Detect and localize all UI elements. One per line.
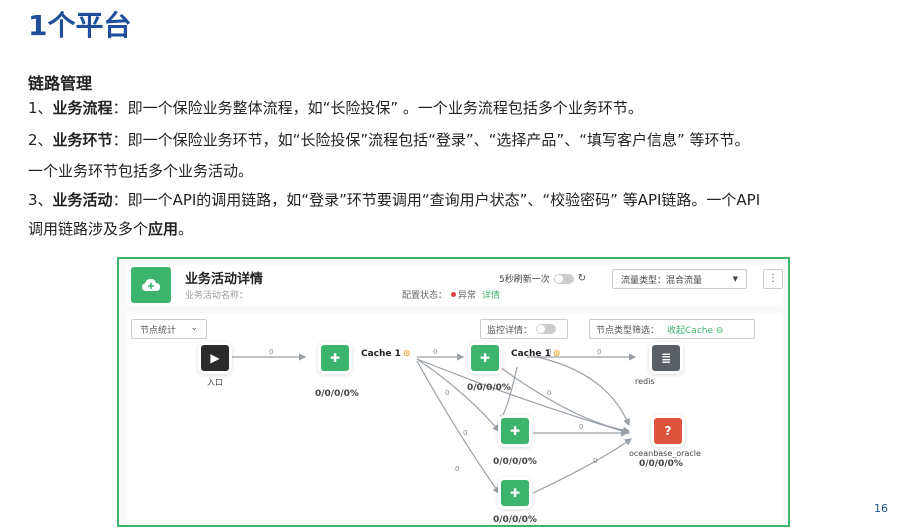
refresh-label: 5秒刷新一次 [499, 275, 550, 285]
config-detail-link[interactable]: 详情 [482, 291, 500, 301]
config-label: 配置状态： [402, 291, 448, 301]
refresh-toggle[interactable] [553, 273, 574, 284]
page-number: 16 [874, 502, 888, 515]
paragraph-2: 2、业务环节：即一个保险业务环节，如“长险投保”流程包括“登录”、“选择产品”、… [28, 125, 888, 155]
oracle-node-value: 0/0/0/0% [639, 459, 683, 469]
entry-node[interactable]: ▶ [201, 345, 229, 371]
p3-line2-text: 调用链路涉及多个 [28, 220, 149, 238]
caret-down-icon: ▼ [732, 275, 738, 283]
app-icon: ✚ [509, 486, 521, 500]
edge-label: 0 [597, 348, 601, 356]
p1-prefix: 1、 [28, 99, 53, 117]
traffic-type-select[interactable]: 流量类型：混合流量 ▼ [612, 269, 747, 289]
edge-label: 0 [463, 429, 467, 437]
activity-detail-screenshot: 业务活动详情 业务活动名称： 配置状态： 异常 详情 5秒刷新一次 ↻ 流量类型：混… [117, 257, 790, 527]
play-icon: ▶ [210, 351, 220, 365]
paragraph-3-line-2: 调用链路涉及多个应用。 [28, 214, 888, 244]
app-node-2-value: 0/0/0/0% [467, 383, 511, 393]
edge-label: 0 [455, 465, 459, 473]
cache-label: Cache 1 [361, 349, 401, 359]
cloud-icon [131, 267, 171, 303]
p3-term: 业务活动 [52, 191, 113, 209]
app-node-1-value: 0/0/0/0% [315, 389, 359, 399]
paragraph-1: 1、业务流程：即一个保险业务整体流程，如“长险投保” 。一个业务流程包括多个业务… [28, 93, 888, 123]
edge-app1-app4 [416, 360, 500, 494]
p2-text: ：即一个保险业务环节，如“长险投保”流程包括“登录”、“选择产品”、“填写客户信… [112, 131, 750, 149]
app-icon: ✚ [509, 424, 521, 438]
app-node-4[interactable]: ✚ [501, 480, 529, 506]
entry-node-label: 入口 [207, 378, 223, 387]
p3-line2-term: 应用 [148, 220, 179, 238]
p1-text: ：即一个保险业务整体流程，如“长险投保” 。一个业务流程包括多个业务环节。 [112, 99, 643, 117]
p1-term: 业务流程 [52, 99, 113, 117]
activity-name-label: 业务活动名称： [185, 291, 249, 301]
config-status-value: 异常 [458, 291, 477, 301]
redis-node-label: redis [635, 377, 655, 386]
activity-title: 业务活动详情 [185, 272, 264, 287]
p3-text: ：即一个API的调用链路，如“登录”环节要调用“查询用户状态”、“校验密码” 等… [112, 191, 761, 209]
edge-label: 0 [579, 423, 583, 431]
stack-icon: ≣ [660, 351, 672, 365]
app-icon: ✚ [329, 351, 341, 365]
edge-label: 0 [269, 348, 273, 356]
cache-badge-2: Cache 1 ⊙ [511, 349, 560, 359]
activity-header: 业务活动详情 业务活动名称： 配置状态： 异常 详情 5秒刷新一次 ↻ 流量类型：混… [127, 265, 783, 305]
error-dot-icon [451, 292, 457, 297]
cache-label: Cache 1 [511, 349, 551, 359]
paragraph-3: 3、业务活动：即一个API的调用链路，如“登录”环节要调用“查询用户状态”、“校… [28, 185, 888, 215]
app-node-2[interactable]: ✚ [471, 345, 499, 371]
oracle-node[interactable]: ? [654, 418, 682, 444]
unknown-icon: ? [664, 424, 672, 438]
app-node-3-value: 0/0/0/0% [493, 457, 537, 467]
app-node-4-value: 0/0/0/0% [493, 515, 537, 525]
app-node-1[interactable]: ✚ [321, 345, 349, 371]
edge-label: 0 [547, 389, 551, 397]
edge-label: 0 [445, 389, 449, 397]
traffic-type-value: 流量类型：混合流量 [621, 276, 703, 286]
p2-term: 业务环节 [52, 131, 113, 149]
edge-app4-oracle [532, 438, 632, 494]
section-heading: 链路管理 [28, 74, 93, 93]
edge-label: 0 [433, 348, 437, 356]
cache-circle-icon: ⊙ [402, 349, 411, 359]
cache-circle-icon: ⊙ [552, 349, 561, 359]
cache-badge-1: Cache 1 ⊙ [361, 349, 410, 359]
auto-refresh: 5秒刷新一次 ↻ [499, 272, 586, 285]
config-status: 配置状态： 异常 详情 [402, 288, 500, 301]
edge-label: 0 [593, 457, 597, 465]
p2-prefix: 2、 [28, 131, 53, 149]
topology-panel: 节点统计 ⌄ 监控详情： 节点类型筛选： 收起Cache ⊖ 0 0 0 0 0… [127, 313, 783, 525]
p3-line2-end: 。 [178, 220, 194, 238]
app-node-3[interactable]: ✚ [501, 418, 529, 444]
redis-node[interactable]: ≣ [652, 345, 680, 371]
oracle-node-label: oceanbase_oracle [629, 449, 701, 458]
more-menu-button[interactable]: ⋮ [763, 269, 783, 289]
paragraph-2-line-2: 一个业务环节包括多个业务活动。 [28, 162, 254, 180]
slide-title: 1个平台 [28, 9, 132, 42]
refresh-icon[interactable]: ↻ [578, 273, 586, 284]
p3-prefix: 3、 [28, 191, 53, 209]
app-icon: ✚ [479, 351, 491, 365]
